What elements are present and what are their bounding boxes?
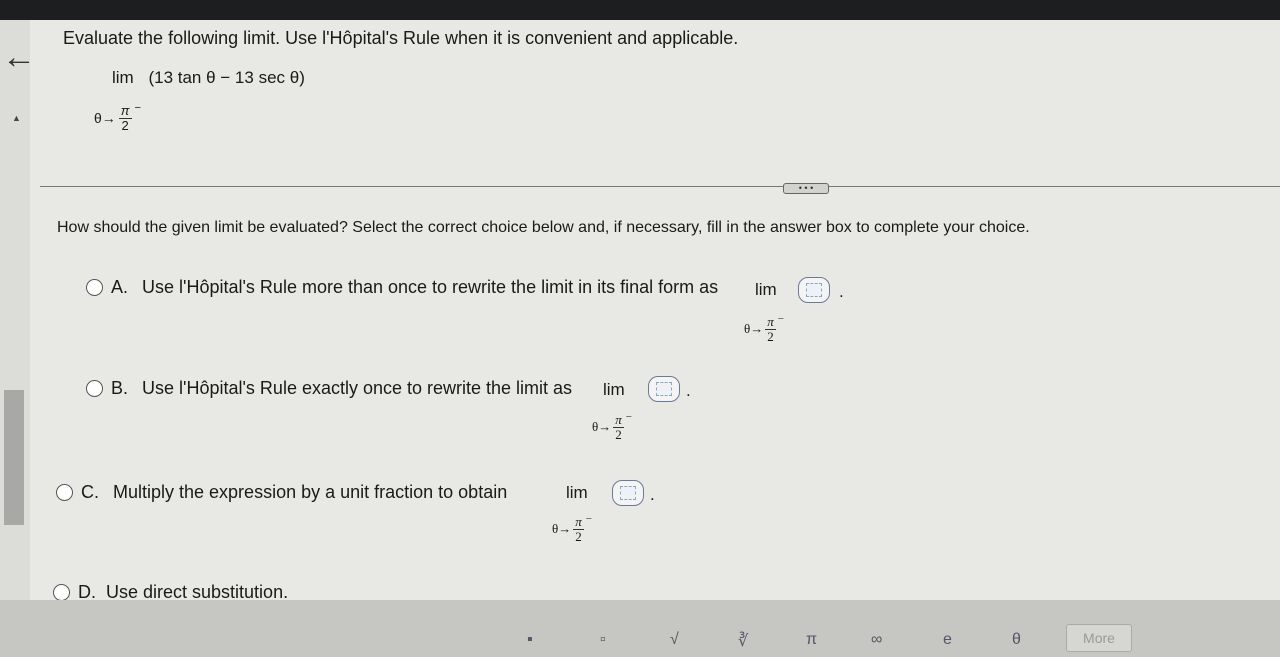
choice-c-answer-box[interactable] (612, 480, 644, 506)
back-arrow-icon[interactable]: ← (2, 40, 36, 74)
choice-b[interactable]: B. Use l'Hôpital's Rule exactly once to … (86, 378, 572, 399)
choice-a-subscript: θ→ π 2 − (744, 313, 784, 343)
choice-a-denominator: 2 (767, 328, 774, 344)
choice-b-letter: B. (111, 378, 129, 398)
exponent-icon[interactable]: ▫ (600, 631, 606, 649)
choice-b-lim: lim (603, 380, 625, 399)
limit-expression: (13 tan θ − 13 sec θ) (148, 68, 305, 87)
choice-c-text: Multiply the expression by a unit fracti… (113, 482, 508, 502)
choice-b-numerator: π (613, 412, 624, 428)
problem-limit-subscript: θ→ π 2 − (94, 102, 141, 133)
choice-c-denominator: 2 (575, 528, 582, 544)
lim-label: lim (112, 68, 134, 87)
choice-b-fraction: π 2 (613, 413, 624, 441)
approach-numerator: π (118, 103, 132, 119)
choice-a-fraction: π 2 (765, 315, 776, 343)
choice-a-letter: A. (111, 277, 129, 297)
nth-root-icon[interactable]: ∛ (738, 631, 748, 651)
choice-c-numerator: π (573, 514, 584, 530)
choice-c-radio[interactable] (56, 484, 73, 501)
problem-prompt: Evaluate the following limit. Use l'Hôpi… (63, 28, 739, 48)
more-button[interactable]: More (1066, 624, 1132, 652)
section-divider (40, 186, 1280, 187)
e-icon[interactable]: e (943, 631, 952, 649)
choice-c-fraction: π 2 (573, 515, 584, 543)
choice-a-lim: lim (755, 280, 777, 299)
sqrt-icon[interactable]: √ (670, 631, 679, 649)
choice-b-suffix: . (686, 381, 691, 400)
choice-a-approach-var: θ→ (744, 321, 764, 337)
choice-a-numerator: π (765, 314, 776, 330)
choice-a[interactable]: A. Use l'Hôpital's Rule more than once t… (86, 277, 718, 298)
approach-var: θ→ (94, 110, 116, 127)
collapse-triangle-icon[interactable]: ▲ (12, 113, 21, 123)
approach-denominator: 2 (121, 117, 129, 133)
window-top-bar (0, 0, 1280, 20)
choice-c-suffix: . (650, 485, 655, 504)
choice-a-radio[interactable] (86, 279, 103, 296)
fraction-icon[interactable]: ▪ (527, 631, 533, 649)
theta-icon[interactable]: θ (1012, 631, 1021, 649)
scrollbar-thumb[interactable] (4, 390, 24, 525)
approach-fraction: π 2 (118, 103, 132, 133)
choice-c-lim: lim (566, 483, 588, 502)
choice-a-suffix: . (839, 282, 844, 301)
expand-button[interactable]: • • • (783, 183, 829, 194)
choice-c-letter: C. (81, 482, 99, 502)
choice-b-denominator: 2 (615, 426, 622, 442)
choice-b-radio[interactable] (86, 380, 103, 397)
choice-d-radio[interactable] (53, 584, 70, 601)
choice-c-approach-var: θ→ (552, 521, 572, 537)
choice-c-subscript: θ→ π 2 − (552, 513, 592, 543)
choice-a-side: − (777, 313, 784, 326)
choice-c[interactable]: C. Multiply the expression by a unit fra… (56, 482, 507, 503)
pi-icon[interactable]: π (806, 631, 817, 649)
choice-b-answer-box[interactable] (648, 376, 680, 402)
choice-c-side: − (585, 513, 592, 526)
problem-limit: lim (13 tan θ − 13 sec θ) (112, 68, 305, 88)
choice-b-text: Use l'Hôpital's Rule exactly once to rew… (142, 378, 573, 398)
choice-b-approach-var: θ→ (592, 419, 612, 435)
approach-side: − (134, 102, 141, 115)
choice-b-subscript: θ→ π 2 − (592, 411, 632, 441)
choice-a-answer-box[interactable] (798, 277, 830, 303)
choice-a-text: Use l'Hôpital's Rule more than once to r… (142, 277, 719, 297)
question-text: How should the given limit be evaluated?… (57, 219, 1030, 236)
choice-b-side: − (625, 411, 632, 424)
infinity-icon[interactable]: ∞ (871, 631, 882, 649)
